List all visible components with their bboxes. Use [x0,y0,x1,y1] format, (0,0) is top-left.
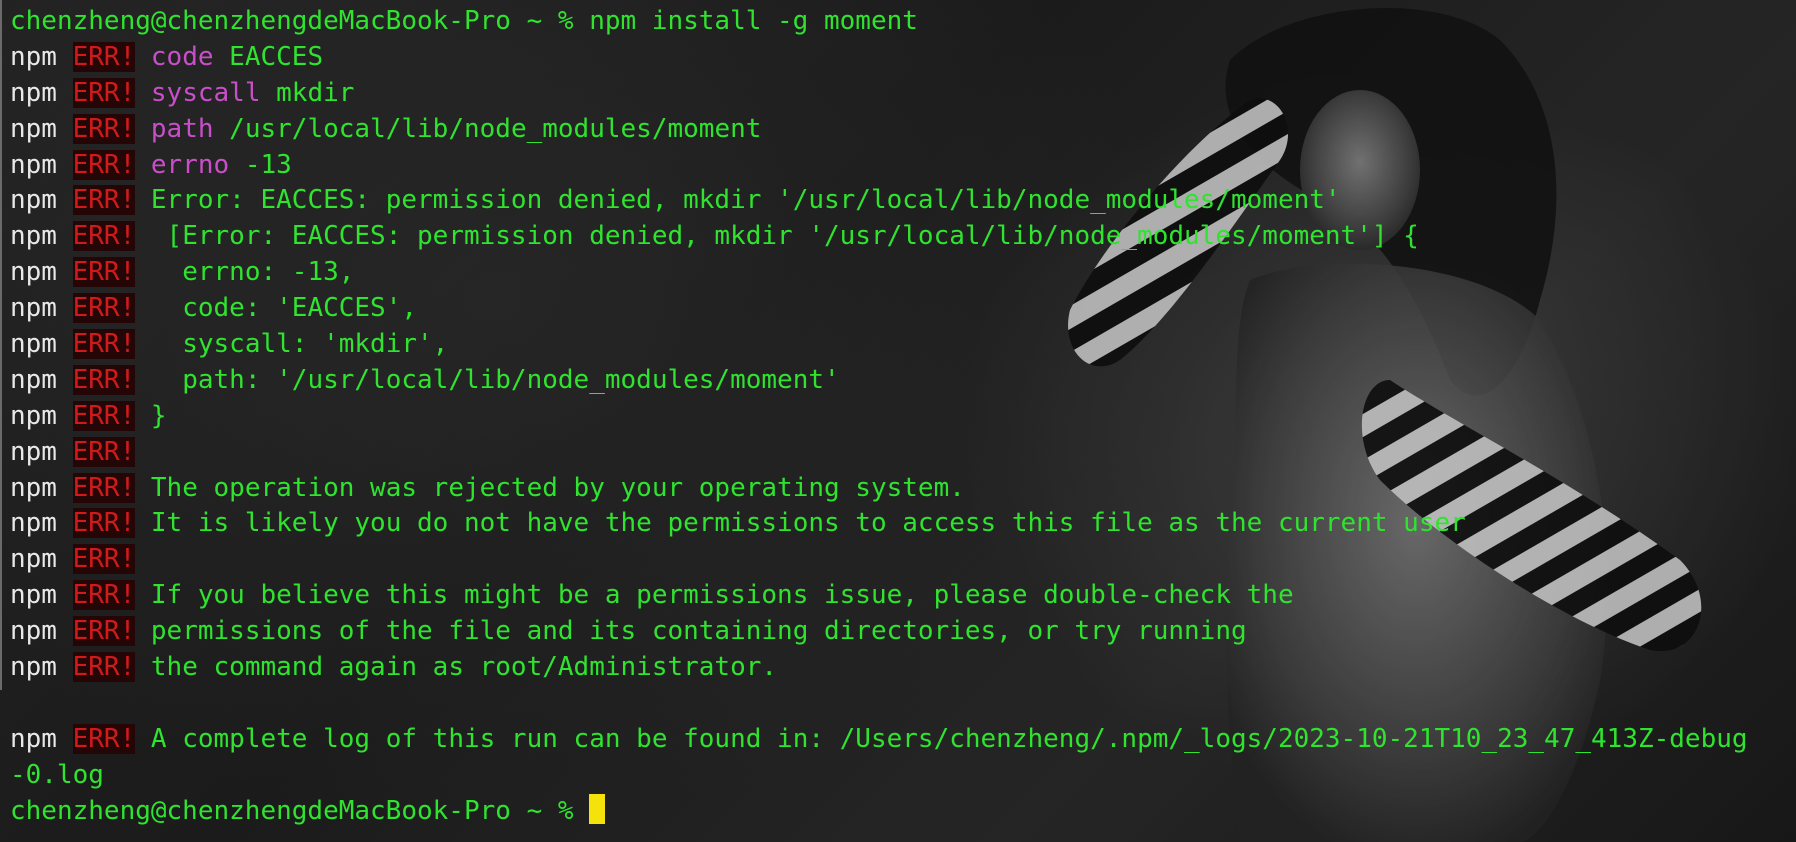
npm-label: npm [10,400,57,431]
err-text: } [150,400,167,431]
err-badge: ERR! [72,580,136,611]
npm-err-line: npm ERR! the command again as root/Admin… [10,650,1748,686]
err-text: /usr/local/lib/node_modules/moment [213,113,762,144]
err-text: It is likely you do not have the permiss… [150,508,1466,539]
final-prompt-path: ~ [526,795,543,826]
err-badge: ERR! [72,652,136,683]
npm-err-line: npm ERR! permissions of the file and its… [10,614,1748,650]
npm-label: npm [10,77,57,108]
err-key: code [150,41,214,72]
npm-label: npm [10,723,57,754]
err-badge: ERR! [72,293,136,324]
err-text: Error: EACCES: permission denied, mkdir … [150,185,1341,216]
npm-error-block: npm ERR! code EACCES npm ERR! syscall mkd… [10,40,1748,686]
npm-label: npm [10,436,57,467]
npm-label: npm [10,616,57,647]
terminal-window[interactable]: chenzheng@chenzhengdeMacBook-Pro ~ % npm… [0,0,1796,842]
npm-err-line: npm ERR! errno: -13, [10,255,1748,291]
err-text: syscall: 'mkdir', [150,329,449,360]
npm-err-line: npm ERR! [10,435,1748,471]
err-badge: ERR! [72,472,136,503]
err-badge: ERR! [72,257,136,288]
npm-label: npm [10,580,57,611]
npm-label: npm [10,113,57,144]
final-prompt-symbol: % [557,795,574,826]
npm-label: npm [10,652,57,683]
err-key: path [150,113,214,144]
err-key: syscall [150,77,261,108]
npm-label: npm [10,257,57,288]
npm-err-line: npm ERR! syscall mkdir [10,76,1748,112]
prompt-path: ~ [526,6,543,36]
log-line-continuation: -0.log [10,759,104,790]
npm-label: npm [10,293,57,324]
final-prompt-user-host: chenzheng@chenzhengdeMacBook-Pro [10,795,511,826]
npm-label: npm [10,149,57,180]
err-badge: ERR! [72,436,136,467]
npm-err-line: npm ERR! If you believe this might be a … [10,578,1748,614]
err-text: errno: -13, [150,257,355,288]
npm-err-line: npm ERR! path /usr/local/lib/node_module… [10,112,1748,148]
npm-err-line: npm ERR! Error: EACCES: permission denie… [10,183,1748,219]
command-line: chenzheng@chenzhengdeMacBook-Pro ~ % npm… [10,4,1748,40]
npm-err-line: npm ERR! [10,542,1748,578]
npm-err-line: npm ERR! The operation was rejected by y… [10,471,1748,507]
err-badge: ERR! [72,221,136,252]
npm-label: npm [10,472,57,503]
err-badge: ERR! [72,616,136,647]
npm-label: npm [10,185,57,216]
npm-err-line: npm ERR! [Error: EACCES: permission deni… [10,219,1748,255]
npm-err-line: npm ERR! syscall: 'mkdir', [10,327,1748,363]
err-text: code: 'EACCES', [150,293,418,324]
err-text: mkdir [260,77,355,108]
err-text: -13 [229,149,292,180]
err-badge: ERR! [72,508,136,539]
npm-err-line: npm ERR! errno -13 [10,148,1748,184]
err-badge: ERR! [72,149,136,180]
prompt-symbol: % [557,6,574,36]
npm-label: npm [10,41,57,72]
log-line-text: A complete log of this run can be found … [150,723,1748,754]
terminal-output: chenzheng@chenzhengdeMacBook-Pro ~ % npm… [10,4,1748,829]
err-badge: ERR! [72,723,136,754]
err-text: path: '/usr/local/lib/node_modules/momen… [150,364,840,395]
prompt-user-host: chenzheng@chenzhengdeMacBook-Pro [10,6,511,36]
err-badge: ERR! [72,329,136,360]
npm-label: npm [10,329,57,360]
err-badge: ERR! [72,113,136,144]
err-badge: ERR! [72,185,136,216]
err-badge: ERR! [72,544,136,575]
err-text: permissions of the file and its containi… [150,616,1247,647]
npm-label: npm [10,364,57,395]
prompt-command: npm install -g moment [589,6,918,36]
err-badge: ERR! [72,77,136,108]
err-text: If you believe this might be a permissio… [150,580,1294,611]
npm-err-line: npm ERR! } [10,399,1748,435]
npm-err-line: npm ERR! code: 'EACCES', [10,291,1748,327]
err-key: errno [150,149,230,180]
err-badge: ERR! [72,41,136,72]
npm-err-line: npm ERR! path: '/usr/local/lib/node_modu… [10,363,1748,399]
window-left-edge [0,0,2,690]
npm-err-line: npm ERR! It is likely you do not have th… [10,506,1748,542]
text-cursor [589,794,606,825]
log-line: npm ERR! A complete log of this run can … [10,722,1748,758]
npm-err-line: npm ERR! code EACCES [10,40,1748,76]
err-badge: ERR! [72,364,136,395]
err-text: [Error: EACCES: permission denied, mkdir… [150,221,1419,252]
err-badge: ERR! [72,400,136,431]
npm-label: npm [10,221,57,252]
err-text: The operation was rejected by your opera… [150,472,965,503]
npm-label: npm [10,544,57,575]
err-text: the command again as root/Administrator. [150,652,778,683]
final-prompt-line[interactable]: chenzheng@chenzhengdeMacBook-Pro ~ % [10,794,1748,830]
npm-label: npm [10,508,57,539]
err-text: EACCES [213,41,324,72]
